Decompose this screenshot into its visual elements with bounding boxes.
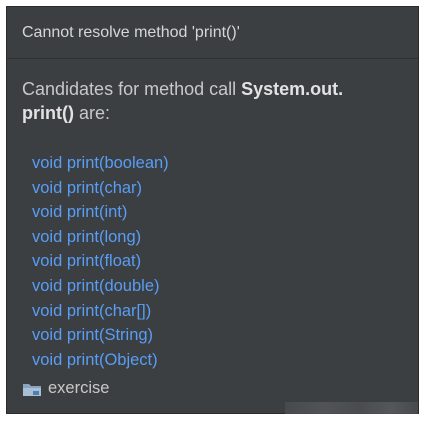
candidate-print-char-array[interactable]: void print(char[]) (32, 299, 403, 324)
candidate-list: void print(boolean) void print(char) voi… (32, 151, 403, 372)
candidate-print-object[interactable]: void print(Object) (32, 348, 403, 373)
candidate-print-char[interactable]: void print(char) (32, 176, 403, 201)
blurred-watermark (285, 402, 418, 414)
candidate-print-boolean[interactable]: void print(boolean) (32, 151, 403, 176)
popup-header: Cannot resolve method 'print()' (7, 7, 418, 59)
error-tooltip-popup: Cannot resolve method 'print()' Candidat… (6, 6, 419, 414)
candidate-print-int[interactable]: void print(int) (32, 200, 403, 225)
candidates-description: Candidates for method call System.out. p… (22, 77, 392, 125)
module-name: exercise (48, 379, 110, 397)
description-suffix: are: (73, 103, 111, 123)
error-title: Cannot resolve method 'print()' (22, 24, 240, 41)
candidate-print-float[interactable]: void print(float) (32, 249, 403, 274)
candidate-print-string[interactable]: void print(String) (32, 323, 403, 348)
folder-module-icon (22, 381, 42, 397)
candidate-print-double[interactable]: void print(double) (32, 274, 403, 299)
module-indicator: exercise (22, 379, 109, 398)
candidate-print-long[interactable]: void print(long) (32, 225, 403, 250)
popup-body: Candidates for method call System.out. p… (7, 59, 418, 372)
description-prefix: Candidates for method call (22, 79, 242, 99)
